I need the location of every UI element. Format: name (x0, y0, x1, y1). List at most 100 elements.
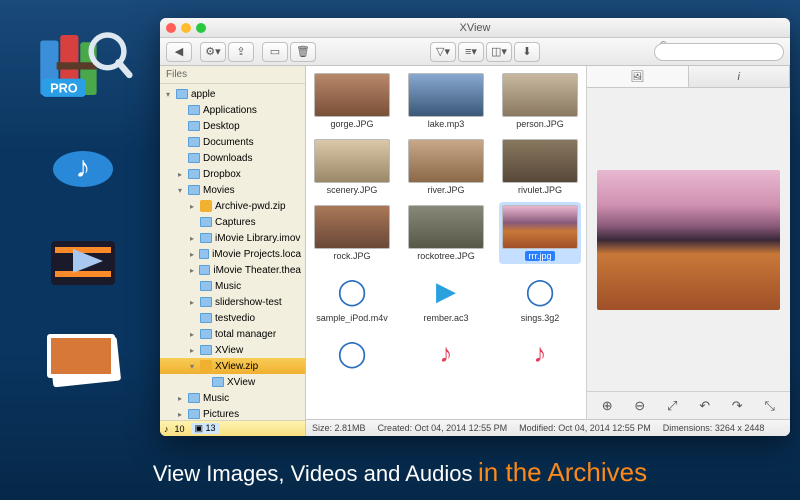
settings-button[interactable]: ⚙▾ (200, 42, 226, 62)
tree-item[interactable]: ▸iMovie Library.imov (160, 230, 305, 246)
search-wrap (654, 42, 784, 62)
thumbnail[interactable]: scenery.JPG (311, 136, 393, 198)
disclosure-icon: ▾ (190, 362, 198, 371)
thumbnail[interactable]: ▶rember.ac3 (405, 268, 487, 326)
disclosure-icon: ▾ (178, 186, 186, 195)
filter-button[interactable]: ▽▾ (430, 42, 456, 62)
tree-item[interactable]: Music (160, 278, 305, 294)
tree-item[interactable]: Desktop (160, 118, 305, 134)
folder-icon (176, 89, 188, 99)
preview-panel: 🖼 i ⊕ ⊖ ⤢ ↶ ↷ ⤡ (586, 66, 790, 419)
tree-item[interactable]: ▸Archive-pwd.zip (160, 198, 305, 214)
tree-item[interactable]: ▸ iMovie Theater.thea (160, 262, 305, 278)
thumbnail-image (314, 205, 390, 249)
tree-item[interactable]: Applications (160, 102, 305, 118)
search-input[interactable] (654, 43, 784, 61)
folder-icon (188, 153, 200, 163)
thumbnail[interactable]: rockotree.JPG (405, 202, 487, 264)
save-button[interactable]: ⬇ (514, 42, 540, 62)
statusbar: Size: 2.81MB Created: Oct 04, 2014 12:55… (306, 419, 790, 436)
disclosure-icon: ▸ (190, 266, 197, 275)
image-count: 13 (206, 423, 216, 433)
trash-button[interactable]: 🗑 (290, 42, 316, 62)
tree-item-label: Documents (203, 137, 254, 148)
folder-icon (188, 105, 200, 115)
zoom-out-button[interactable]: ⊖ (629, 396, 651, 416)
thumbnail[interactable]: ◯ (311, 330, 393, 378)
tree-item[interactable]: ▸Pictures (160, 406, 305, 420)
file-tree[interactable]: ▾appleApplicationsDesktopDocumentsDownlo… (160, 84, 305, 420)
tree-item[interactable]: ▸Dropbox (160, 166, 305, 182)
folder-icon (200, 233, 212, 243)
view-button[interactable]: ◫▾ (486, 42, 512, 62)
film-clapper-icon (33, 221, 133, 301)
tree-item-label: testvedio (215, 313, 255, 324)
tagline-accent: in the Archives (478, 457, 647, 487)
tab-info[interactable]: i (689, 66, 791, 87)
tree-item[interactable]: ▾Movies (160, 182, 305, 198)
tree-item[interactable]: ▾XView.zip (160, 358, 305, 374)
tab-preview[interactable]: 🖼 (587, 66, 689, 87)
tree-item[interactable]: testvedio (160, 310, 305, 326)
thumbnail[interactable]: ◯sings.3g2 (499, 268, 581, 326)
tree-item[interactable]: Captures (160, 214, 305, 230)
thumbnail-image (502, 139, 578, 183)
promo-sidebar: PRO ♪ (8, 25, 158, 399)
thumbnail[interactable]: lake.mp3 (405, 70, 487, 132)
rotate-right-button[interactable]: ↷ (726, 396, 748, 416)
new-folder-button[interactable]: ▭ (262, 42, 288, 62)
tree-item-label: Captures (215, 217, 256, 228)
thumbnail[interactable]: person.JPG (499, 70, 581, 132)
back-button[interactable]: ◀ (166, 42, 192, 62)
folder-icon (200, 329, 212, 339)
info-icon: i (738, 71, 740, 83)
svg-text:♪: ♪ (76, 151, 91, 184)
thumbnail-grid[interactable]: gorge.JPGlake.mp3person.JPG scenery.JPG ri… (306, 66, 586, 419)
fit-button[interactable]: ⤢ (661, 396, 683, 416)
thumbnail-label: rember.ac3 (423, 313, 468, 323)
thumbnail-image (408, 73, 484, 117)
tree-item[interactable]: ▸XView (160, 342, 305, 358)
thumbnail-image (314, 139, 390, 183)
tree-item[interactable]: ▸Music (160, 390, 305, 406)
thumbnail[interactable]: ♪ (405, 330, 487, 378)
tree-item-label: iMovie Theater.thea (213, 265, 301, 276)
tree-item-label: Music (215, 281, 241, 292)
tree-item[interactable]: ▸slidershow-test (160, 294, 305, 310)
thumbnail[interactable]: ♪ (499, 330, 581, 378)
thumbnail[interactable]: rivulet.JPG (499, 136, 581, 198)
tree-item-label: Music (203, 393, 229, 404)
tree-item[interactable]: ▾apple (160, 86, 305, 102)
tree-item[interactable]: Downloads (160, 150, 305, 166)
thumbnail[interactable]: rock.JPG (311, 202, 393, 264)
folder-icon (200, 281, 212, 291)
sort-button[interactable]: ≡▾ (458, 42, 484, 62)
titlebar: XView (160, 18, 790, 38)
tree-item[interactable]: ▸iMovie Projects.loca (160, 246, 305, 262)
disclosure-icon: ▸ (190, 298, 198, 307)
thumbnail[interactable]: river.JPG (405, 136, 487, 198)
share-button[interactable]: ⇪ (228, 42, 254, 62)
pro-badge-label: PRO (50, 80, 78, 95)
thumbnail[interactable]: ◯sample_iPod.m4v (311, 268, 393, 326)
file-type-icon: ♪ (520, 333, 560, 373)
tree-item-label: XView (215, 345, 243, 356)
fullscreen-button[interactable]: ⤡ (759, 396, 781, 416)
file-type-icon: ◯ (332, 271, 372, 311)
disclosure-icon: ▸ (190, 330, 198, 339)
status-dimensions: Dimensions: 3264 x 2448 (663, 423, 765, 433)
tree-item-label: apple (191, 89, 215, 100)
preview-image[interactable] (597, 170, 780, 310)
thumbnail-label: river.JPG (427, 185, 464, 195)
zoom-in-button[interactable]: ⊕ (596, 396, 618, 416)
status-size: Size: 2.81MB (312, 423, 366, 433)
tree-item[interactable]: Documents (160, 134, 305, 150)
tree-item[interactable]: ▸total manager (160, 326, 305, 342)
thumbnail[interactable]: rrr.jpg (499, 202, 581, 264)
thumbnail[interactable]: gorge.JPG (311, 70, 393, 132)
rotate-left-button[interactable]: ↶ (694, 396, 716, 416)
folder-icon (212, 377, 224, 387)
folder-icon (200, 217, 212, 227)
preview-tabs: 🖼 i (587, 66, 790, 88)
tree-item[interactable]: XView (160, 374, 305, 390)
